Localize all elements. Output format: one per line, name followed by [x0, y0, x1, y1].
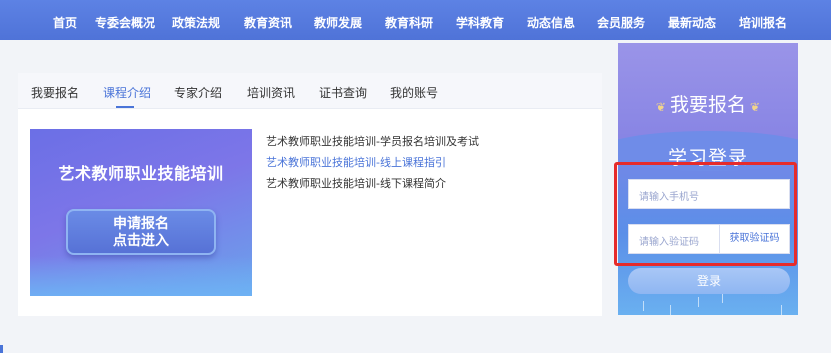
- nav-item-training[interactable]: 培训报名: [739, 14, 787, 31]
- phone-input[interactable]: 请输入手机号: [628, 179, 790, 209]
- tab-account[interactable]: 我的账号: [390, 84, 438, 101]
- sprout-decoration: [670, 305, 671, 315]
- get-code-button[interactable]: 获取验证码: [719, 225, 789, 253]
- phone-placeholder: 请输入手机号: [639, 192, 699, 203]
- sprout-decoration: [698, 297, 699, 307]
- nav-item-policy[interactable]: 政策法规: [172, 14, 220, 31]
- tab-training-news[interactable]: 培训资讯: [247, 84, 295, 101]
- signup-title: ❦ 我要报名 ❦: [618, 90, 798, 117]
- nav-item-member[interactable]: 会员服务: [597, 14, 645, 31]
- nav-item-latest[interactable]: 最新动态: [668, 14, 716, 31]
- apply-button[interactable]: 申请报名 点击进入: [66, 209, 216, 255]
- nav-item-research[interactable]: 教育科研: [385, 14, 433, 31]
- nav-item-news[interactable]: 教育资讯: [244, 14, 292, 31]
- login-button[interactable]: 登录: [628, 268, 790, 294]
- tab-bar: 我要报名 课程介绍 专家介绍 培训资讯 证书查询 我的账号: [18, 73, 602, 109]
- active-tab-indicator: [116, 106, 134, 108]
- nav-item-home[interactable]: 首页: [53, 14, 77, 31]
- nav-item-teacher-dev[interactable]: 教师发展: [314, 14, 362, 31]
- tab-experts[interactable]: 专家介绍: [174, 84, 222, 101]
- wheat-icon: ❦: [750, 100, 761, 114]
- course-list: 艺术教师职业技能培训-学员报名培训及考试 艺术教师职业技能培训-线上课程指引 艺…: [266, 131, 479, 194]
- code-placeholder: 请输入验证码: [639, 237, 699, 248]
- course-link-offline[interactable]: 艺术教师职业技能培训-线下课程简介: [266, 173, 479, 194]
- tab-courses[interactable]: 课程介绍: [103, 84, 151, 101]
- content-card: 我要报名 课程介绍 专家介绍 培训资讯 证书查询 我的账号 艺术教师职业技能培训…: [18, 73, 602, 316]
- banner-title: 艺术教师职业技能培训: [58, 164, 224, 183]
- sprout-decoration: [643, 301, 644, 311]
- sprout-decoration: [722, 293, 723, 303]
- section-marker: [0, 345, 3, 353]
- wheat-icon: ❦: [655, 100, 666, 114]
- course-banner[interactable]: 艺术教师职业技能培训 申请报名 点击进入: [30, 129, 252, 296]
- top-nav: 首页 专委会概况 政策法规 教育资讯 教师发展 教育科研 学科教育 动态信息 会…: [0, 0, 831, 40]
- apply-button-line2: 点击进入: [113, 233, 169, 249]
- nav-item-subject[interactable]: 学科教育: [456, 14, 504, 31]
- nav-item-dynamics[interactable]: 动态信息: [527, 14, 575, 31]
- apply-button-line1: 申请报名: [113, 216, 169, 232]
- tab-certificate[interactable]: 证书查询: [319, 84, 367, 101]
- code-input[interactable]: 请输入验证码 获取验证码: [628, 224, 790, 254]
- nav-item-overview[interactable]: 专委会概况: [95, 14, 155, 31]
- course-link-online[interactable]: 艺术教师职业技能培训-线上课程指引: [266, 152, 479, 173]
- sprout-decoration: [781, 305, 782, 315]
- tab-register[interactable]: 我要报名: [31, 84, 79, 101]
- signup-title-text: 我要报名: [669, 94, 746, 116]
- course-link-register[interactable]: 艺术教师职业技能培训-学员报名培训及考试: [266, 131, 479, 152]
